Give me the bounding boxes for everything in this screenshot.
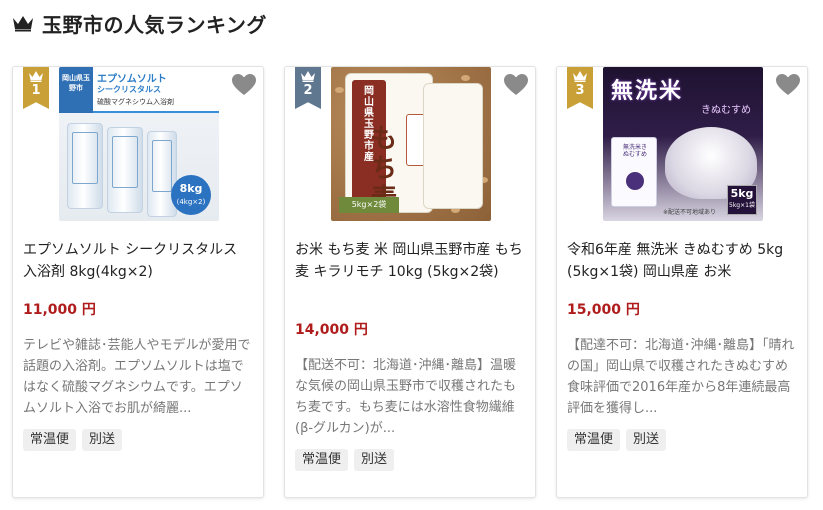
product-image-area[interactable]: 岡山県玉野市 エプソムソルト シークリスタルス 硫酸マグネシウム入浴剤 8kg … [13,67,263,227]
weight-badge: 5kg 5kg×1袋 [727,185,757,215]
product-image[interactable]: 無洗米 きぬむすめ 無洗米きぬむすめ 5kg 5kg×1袋 ※配送不可地域あり [603,67,763,221]
ranking-card[interactable]: 岡山県玉野市 エプソムソルト シークリスタルス 硫酸マグネシウム入浴剤 8kg … [12,66,264,498]
image-title-line1: エプソムソルト [97,74,167,85]
crown-icon [13,16,33,32]
product-title[interactable]: 令和6年産 無洗米 きぬむすめ 5kg (5kg×1袋) 岡山県産 お米 [567,239,799,283]
tag-shipping: 別送 [354,449,395,471]
rank-number: 2 [303,83,313,98]
product-bag: 無洗米きぬむすめ [611,137,657,207]
product-bag [67,123,103,209]
rank-badge: 3 [567,67,593,109]
page-title: 玉野市の人気ランキング [42,12,267,37]
product-description: 【配送不可：北海道･沖縄･離島】温暖な気候の岡山県玉野市で収穫されたもち麦です。… [295,358,517,436]
image-note: ※配送不可地域あり [663,209,717,216]
image-subtitle: きぬむすめ [701,105,751,116]
product-price: 15,000 円 [567,302,640,318]
product-image-area[interactable]: 岡山県玉野市産 もち麦 5kg×2袋 2 [285,67,535,227]
product-bag [107,127,143,213]
tag-delivery: 常温便 [23,429,77,451]
product-title[interactable]: エプソムソルト シークリスタルス 入浴剤 8kg(4kg×2) [23,239,255,283]
rank-number: 3 [575,83,585,98]
ranking-card[interactable]: 岡山県玉野市産 もち麦 5kg×2袋 2 お米 もち麦 米 岡山県玉野市産 もち… [284,66,536,498]
rank-badge: 1 [23,67,49,109]
tag-shipping: 別送 [82,429,123,451]
product-image-area[interactable]: 無洗米 きぬむすめ 無洗米きぬむすめ 5kg 5kg×1袋 ※配送不可地域あり … [557,67,807,227]
heart-icon[interactable] [503,73,529,97]
tag-list: 常温便 別送 [567,429,667,451]
crown-icon [301,71,315,82]
crown-icon [573,71,587,82]
product-description: テレビや雑誌･芸能人やモデルが愛用で話題の入浴剤。エプソムソルトは塩ではなく硫酸… [23,338,251,416]
product-title[interactable]: お米 もち麦 米 岡山県玉野市産 もち麦 キラリモチ 10kg (5kg×2袋) [295,239,527,283]
image-title-line2: シークリスタルス [97,85,161,94]
heart-icon[interactable] [775,73,801,97]
tag-delivery: 常温便 [567,429,621,451]
product-bag [423,83,483,209]
tag-list: 常温便 別送 [23,429,123,451]
product-image[interactable]: 岡山県玉野市 エプソムソルト シークリスタルス 硫酸マグネシウム入浴剤 8kg … [59,67,219,221]
rank-number: 1 [31,83,41,98]
image-title-line3: 硫酸マグネシウム入浴剤 [97,98,174,106]
weight-badge: 8kg (4kg×2) [171,175,211,215]
product-price: 11,000 円 [23,302,96,318]
product-price: 14,000 円 [295,322,368,338]
rank-badge: 2 [295,67,321,109]
tag-delivery: 常温便 [295,449,349,471]
product-bag: 岡山県玉野市産 もち麦 [345,73,446,214]
heart-icon[interactable] [231,73,257,97]
image-city-label: 岡山県玉野市 [59,67,93,113]
ranking-card[interactable]: 無洗米 きぬむすめ 無洗米きぬむすめ 5kg 5kg×1袋 ※配送不可地域あり … [556,66,808,498]
ranking-heading: 玉野市の人気ランキング [12,8,267,38]
crown-icon [29,71,43,82]
tag-list: 常温便 別送 [295,449,395,471]
image-headline: 無洗米 [611,79,684,104]
bag-footer-label: 5kg×2袋 [339,197,399,213]
product-description: 【配達不可：北海道･沖縄･離島】「晴れの国」岡山県で収穫されたきぬむすめ 食味評… [567,338,795,416]
bag-figure [626,172,644,190]
tag-shipping: 別送 [626,429,667,451]
product-image[interactable]: 岡山県玉野市産 もち麦 5kg×2袋 [331,67,491,221]
